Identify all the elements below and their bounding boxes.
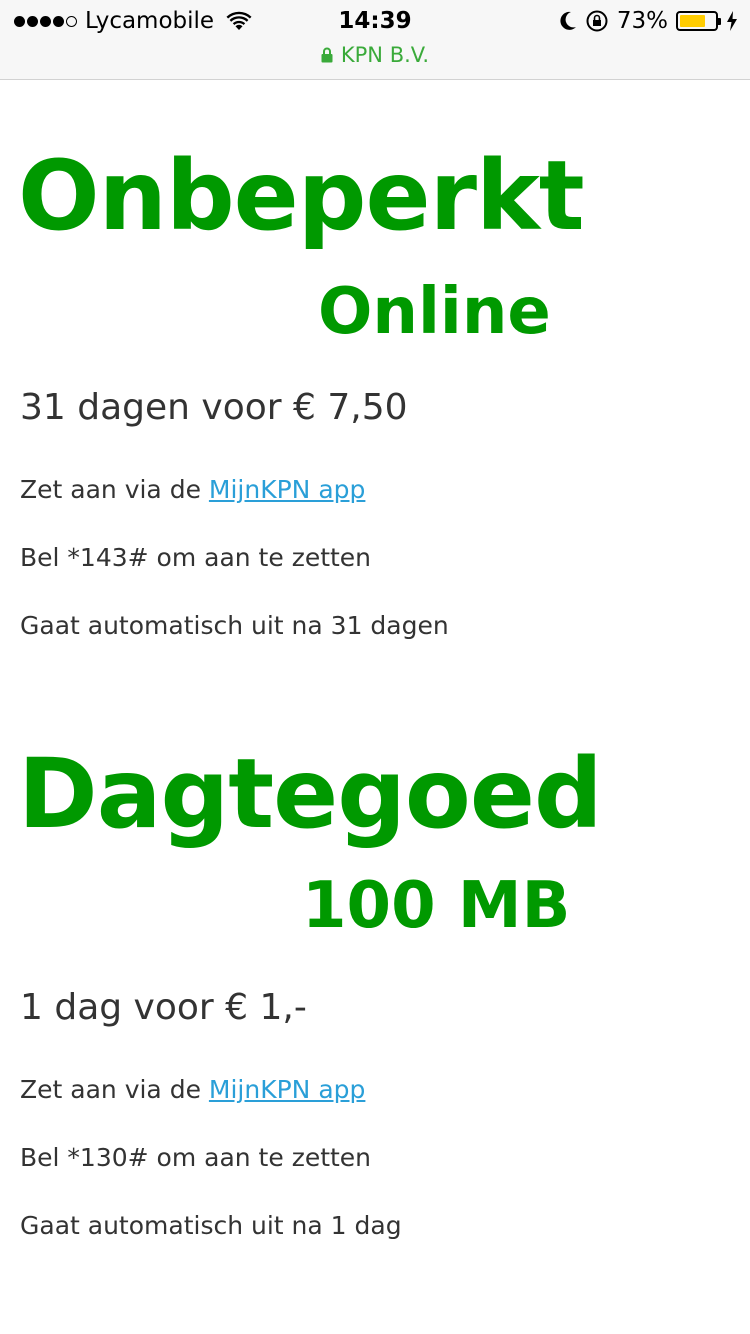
mijnkpn-app-link[interactable]: MijnKPN app (209, 1075, 365, 1104)
offer-subtitle: 100 MB (302, 869, 571, 943)
call-code-text: Bel *143# om aan te zetten (20, 543, 372, 572)
battery-percent: 73% (616, 8, 668, 34)
expiry-text: Gaat automatisch uit na 1 dag (20, 1211, 402, 1240)
offer-title: Dagtegoed (18, 738, 603, 850)
status-right: 73% (559, 6, 738, 36)
offer-title: Onbeperkt (18, 140, 585, 252)
address-bar[interactable]: KPN B.V. (0, 40, 750, 70)
activate-line: Zet aan via de MijnKPN app (20, 477, 365, 502)
call-code-text: Bel *130# om aan te zetten (20, 1143, 372, 1172)
status-bar: Lycamobile 14:39 73% KPN B.V. (0, 0, 750, 80)
charging-bolt-icon (727, 11, 737, 31)
offer-price: 1 dag voor € 1,- (20, 987, 307, 1028)
rotation-lock-icon (586, 10, 608, 32)
activate-prefix: Zet aan via de (20, 475, 209, 504)
moon-icon (560, 11, 576, 30)
offer-subtitle: Online (318, 275, 551, 349)
activate-prefix: Zet aan via de (20, 1075, 209, 1104)
activate-line: Zet aan via de MijnKPN app (20, 1077, 365, 1102)
offer-price: 31 dagen voor € 7,50 (20, 387, 408, 428)
lock-icon (321, 47, 333, 63)
mijnkpn-app-link[interactable]: MijnKPN app (209, 475, 365, 504)
site-identity: KPN B.V. (340, 43, 430, 67)
battery-icon (676, 11, 721, 31)
expiry-text: Gaat automatisch uit na 31 dagen (20, 611, 449, 640)
